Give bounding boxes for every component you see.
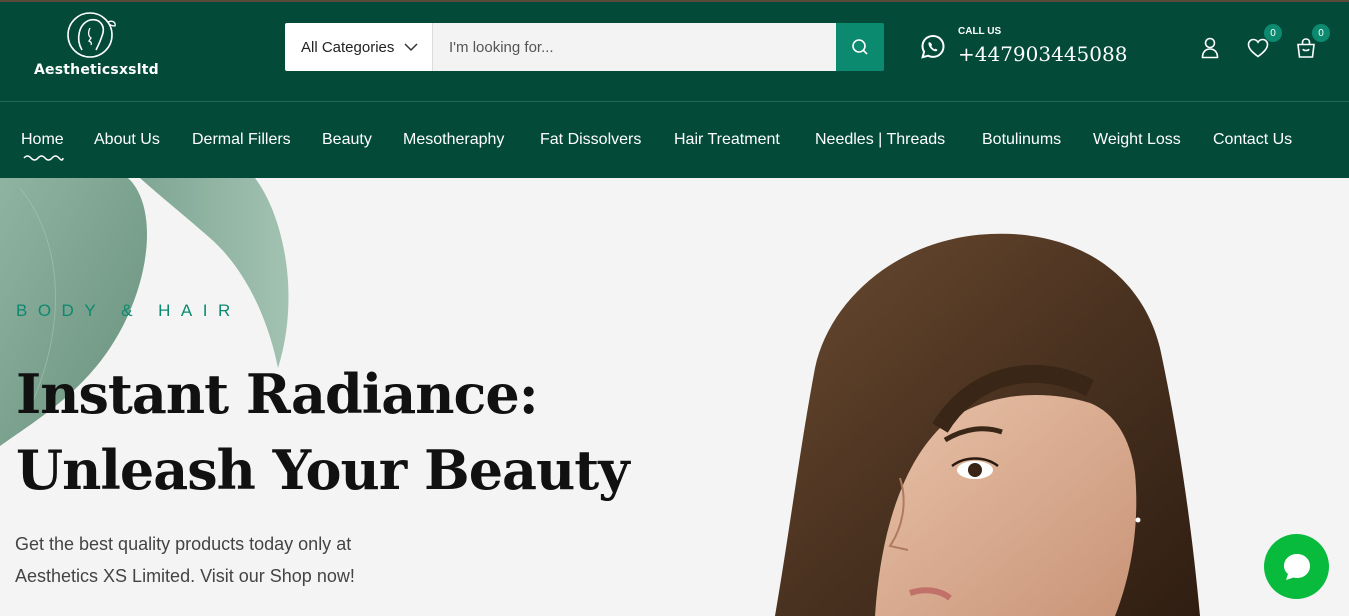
chevron-down-icon [404, 42, 418, 51]
nav-item-dermal-fillers[interactable]: Dermal Fillers [192, 131, 291, 149]
category-select-value: All Categories [301, 38, 395, 56]
bag-icon [1297, 38, 1315, 58]
nav-item-beauty[interactable]: Beauty [322, 131, 372, 149]
category-select[interactable]: All Categories [285, 23, 433, 71]
cart-count-badge: 0 [1312, 24, 1330, 42]
chat-widget-button[interactable] [1264, 534, 1329, 599]
main-nav: Home About Us Dermal Fillers Beauty Meso… [0, 102, 1349, 178]
nav-item-needles-threads[interactable]: Needles | Threads [815, 131, 945, 149]
nav-item-weight-loss[interactable]: Weight Loss [1093, 131, 1181, 149]
hero-title-line-2: Unleash Your Beauty [16, 438, 630, 502]
active-nav-indicator [23, 155, 64, 161]
search-button[interactable] [836, 23, 884, 71]
search-input[interactable] [433, 23, 836, 71]
hero-title: Instant Radiance: Unleash Your Beauty [16, 356, 656, 508]
nav-item-mesotheraphy[interactable]: Mesotheraphy [403, 131, 504, 149]
hero-subtitle: Get the best quality products today only… [15, 528, 435, 592]
hero-banner: BODY & HAIR Instant Radiance: Unleash Yo… [0, 178, 1349, 616]
call-label: CALL US [958, 26, 1002, 37]
nav-item-hair-treatment[interactable]: Hair Treatment [674, 131, 780, 149]
wishlist-count-badge: 0 [1264, 24, 1282, 42]
search-icon [852, 39, 868, 55]
brand-logo[interactable]: Aestheticsxsltd [30, 10, 160, 88]
account-button[interactable] [1198, 36, 1222, 60]
nav-item-contact-us[interactable]: Contact Us [1213, 131, 1292, 149]
chat-icon [1283, 553, 1310, 580]
hero-subtitle-line-1: Get the best quality products today only… [15, 534, 352, 554]
user-icon [1201, 37, 1219, 59]
brand-name: Aestheticsxsltd [34, 62, 159, 78]
nav-item-fat-dissolvers[interactable]: Fat Dissolvers [540, 131, 641, 149]
hero-title-line-1: Instant Radiance: [16, 362, 539, 426]
hero-eyebrow: BODY & HAIR [16, 301, 241, 320]
nav-item-home[interactable]: Home [21, 131, 64, 149]
nav-item-botulinums[interactable]: Botulinums [982, 131, 1061, 149]
wishlist-button[interactable]: 0 [1246, 24, 1282, 60]
hero-subtitle-line-2: Aesthetics XS Limited. Visit our Shop no… [15, 566, 355, 586]
heart-icon [1247, 38, 1269, 58]
cart-button[interactable]: 0 [1294, 24, 1330, 60]
call-number[interactable]: +447903445088 [958, 42, 1158, 66]
logo-face-icon [67, 12, 116, 58]
whatsapp-icon [921, 34, 945, 59]
search-bar: All Categories [285, 23, 884, 71]
nav-item-about-us[interactable]: About Us [94, 131, 160, 149]
hero-model-image [775, 233, 1200, 616]
